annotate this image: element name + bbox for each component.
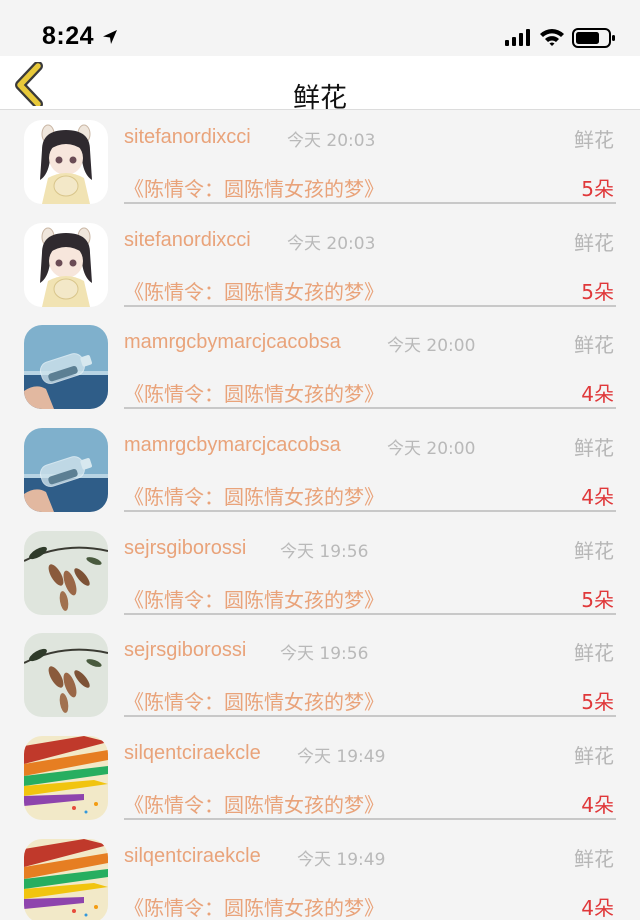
gift-type-label: 鲜花 xyxy=(574,846,614,871)
username[interactable]: sejrsgiborossi xyxy=(124,537,246,560)
work-title-link[interactable]: 《陈情令：圆陈情女孩的梦》 xyxy=(124,584,384,613)
flower-count: 5朵 xyxy=(581,587,614,612)
battery-icon xyxy=(572,28,615,48)
gift-type-label: 鲜花 xyxy=(574,744,614,769)
work-title-link[interactable]: 《陈情令：圆陈情女孩的梦》 xyxy=(124,789,384,818)
status-bar: 8:24 xyxy=(0,0,640,56)
flower-count: 4朵 xyxy=(581,485,614,510)
username[interactable]: mamrgcbymarcjcacobsa xyxy=(124,434,341,457)
gift-type-label: 鲜花 xyxy=(574,641,614,666)
list-item[interactable]: mamrgcbymarcjcacobsa 今天 20:00 鲜花《陈情令：圆陈情女孩… xyxy=(0,418,640,521)
gift-type-label: 鲜花 xyxy=(574,128,614,152)
list-item[interactable]: sitefanordixcci 今天 20:03 鲜花《陈情令：圆陈情女孩的梦》 5朵 xyxy=(0,213,640,316)
flower-count: 4朵 xyxy=(581,793,614,818)
flower-count: 5朵 xyxy=(581,177,614,201)
row-divider xyxy=(124,304,616,307)
username[interactable]: mamrgcbymarcjcacobsa xyxy=(124,331,341,354)
work-title-link[interactable]: 《陈情令：圆陈情女孩的梦》 xyxy=(124,173,384,202)
username[interactable]: sejrsgiborossi xyxy=(124,639,246,662)
list-item[interactable]: mamrgcbymarcjcacobsa 今天 20:00 鲜花《陈情令：圆陈情女孩… xyxy=(0,315,640,418)
timestamp: 今天 19:56 xyxy=(280,541,369,562)
list-item[interactable]: silqentciraekcle 今天 19:49 鲜花《陈情令：圆陈情女孩的梦》 4… xyxy=(0,829,640,920)
flower-gift-list: sitefanordixcci 今天 20:03 鲜花 《陈情令：圆陈情女孩的梦》 5朵… xyxy=(0,110,640,920)
row-divider xyxy=(124,407,616,410)
list-item[interactable]: sejrsgiborossi 今天 19:56 鲜花《陈情令：圆陈情女孩的梦》 5朵 xyxy=(0,521,640,624)
colored-pencils-avatar[interactable] xyxy=(24,736,108,821)
row-divider xyxy=(124,818,616,821)
username[interactable]: sitefanordixcci xyxy=(124,126,251,149)
colored-pencils-avatar[interactable] xyxy=(24,838,108,920)
anime-girl-avatar[interactable] xyxy=(24,222,108,307)
nav-bar: 鲜花 xyxy=(0,56,640,114)
timestamp: 今天 19:49 xyxy=(297,747,386,768)
flower-count: 5朵 xyxy=(581,279,614,304)
work-title-link[interactable]: 《陈情令：圆陈情女孩的梦》 xyxy=(124,481,384,510)
list-item[interactable]: silqentciraekcle 今天 19:49 鲜花《陈情令：圆陈情女孩的梦》 4… xyxy=(0,726,640,829)
work-title-link[interactable]: 《陈情令：圆陈情女孩的梦》 xyxy=(124,276,384,305)
cellular-signal-icon xyxy=(505,29,530,46)
row-divider xyxy=(124,510,616,513)
status-time: 8:24 xyxy=(42,22,95,50)
flower-count: 4朵 xyxy=(581,382,614,407)
autumn-leaves-avatar[interactable] xyxy=(24,530,108,615)
gift-type-label: 鲜花 xyxy=(574,538,614,563)
autumn-leaves-avatar[interactable] xyxy=(24,633,108,718)
work-title-link[interactable]: 《陈情令：圆陈情女孩的梦》 xyxy=(124,892,384,920)
wifi-icon xyxy=(540,29,564,46)
gift-type-label: 鲜花 xyxy=(574,333,614,358)
row-divider xyxy=(124,202,616,204)
list-item[interactable]: sitefanordixcci 今天 20:03 鲜花《陈情令：圆陈情女孩的梦》 5朵 xyxy=(0,110,640,213)
location-arrow-icon xyxy=(103,30,117,44)
list-item[interactable]: sejrsgiborossi 今天 19:56 鲜花《陈情令：圆陈情女孩的梦》 5朵 xyxy=(0,623,640,726)
timestamp: 今天 19:56 xyxy=(280,644,369,665)
timestamp: 今天 20:03 xyxy=(287,233,376,254)
bottle-sea-avatar[interactable] xyxy=(24,325,108,410)
timestamp: 今天 20:03 xyxy=(287,131,376,151)
work-title-link[interactable]: 《陈情令：圆陈情女孩的梦》 xyxy=(124,378,384,407)
row-divider xyxy=(124,715,616,718)
bottle-sea-avatar[interactable] xyxy=(24,428,108,513)
timestamp: 今天 19:49 xyxy=(297,849,386,870)
timestamp: 今天 20:00 xyxy=(387,439,476,460)
work-title-link[interactable]: 《陈情令：圆陈情女孩的梦》 xyxy=(124,686,384,715)
anime-girl-avatar[interactable] xyxy=(24,120,108,204)
gift-type-label: 鲜花 xyxy=(574,230,614,255)
flower-count: 4朵 xyxy=(581,895,614,920)
row-divider xyxy=(124,612,616,615)
username[interactable]: silqentciraekcle xyxy=(124,742,261,765)
username[interactable]: sitefanordixcci xyxy=(124,229,251,252)
timestamp: 今天 20:00 xyxy=(387,336,476,357)
flower-count: 5朵 xyxy=(581,690,614,715)
gift-type-label: 鲜花 xyxy=(574,436,614,461)
username[interactable]: silqentciraekcle xyxy=(124,845,261,868)
